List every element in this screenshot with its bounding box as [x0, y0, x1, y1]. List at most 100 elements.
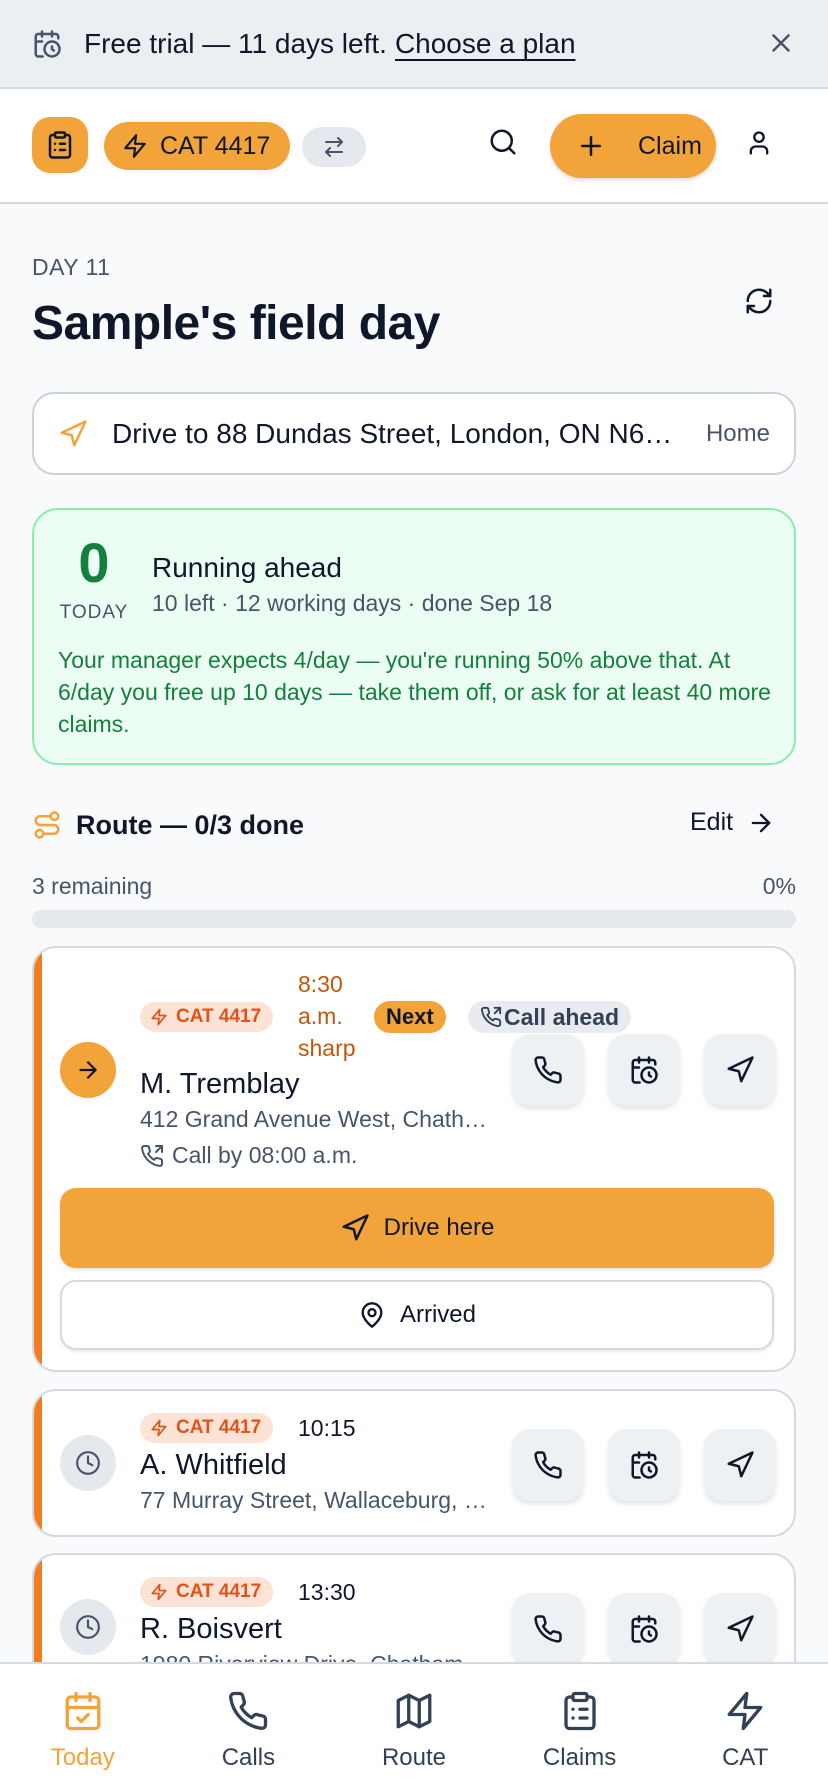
navigate-button[interactable]: [704, 1034, 776, 1106]
swap-icon: [322, 135, 346, 159]
close-icon: [766, 28, 796, 58]
navigation-icon: [725, 1614, 755, 1644]
drive-here-button[interactable]: Drive here: [60, 1188, 774, 1268]
claim-label: Claim: [638, 131, 702, 160]
pending-stop-marker: [60, 1599, 116, 1655]
today-label: TODAY: [59, 602, 129, 623]
nav-label: Route: [381, 1744, 446, 1771]
progress-percent: 0%: [762, 873, 796, 899]
drive-to-card[interactable]: Drive to 88 Dundas Street, London, ON N6…: [32, 392, 796, 475]
nav-route[interactable]: Route: [331, 1664, 497, 1792]
cat-chip-label: CAT 4417: [176, 1417, 262, 1438]
today-count: 0: [78, 531, 110, 594]
call-button[interactable]: [512, 1429, 584, 1501]
phone-icon: [533, 1055, 563, 1085]
clipboard-icon: [559, 1690, 601, 1744]
cat-chip: CAT 4417: [140, 1413, 274, 1443]
nav-label: Calls: [221, 1744, 276, 1771]
arrow-right-icon: [733, 809, 775, 837]
appointment-time: 10:15: [298, 1415, 356, 1441]
edit-route-button[interactable]: Edit: [690, 808, 775, 837]
trial-banner: Free trial — 11 days left. Choose a plan: [0, 0, 828, 89]
phone-icon: [227, 1690, 269, 1744]
clock-icon: [75, 1614, 101, 1640]
user-icon: [745, 129, 773, 157]
cat-chip: CAT 4417: [140, 1002, 274, 1032]
calendar-check-icon: [62, 1690, 104, 1744]
arrived-button[interactable]: Arrived: [60, 1280, 774, 1350]
calendar-clock-icon: [629, 1614, 659, 1644]
call-button[interactable]: [512, 1593, 584, 1665]
nav-label: CAT: [722, 1744, 769, 1771]
day-label: DAY 11: [32, 254, 111, 280]
nav-today[interactable]: Today: [0, 1664, 166, 1792]
appointment-time: 8:30 a.m. sharp: [298, 971, 356, 1061]
call-button[interactable]: [512, 1034, 584, 1106]
pace-headline: Running ahead: [152, 552, 342, 583]
route-icon: [32, 810, 62, 840]
nav-label: Claims: [542, 1744, 617, 1771]
trial-text: Free trial — 11 days left. Choose a plan: [84, 27, 576, 59]
cat-chip-label: CAT 4417: [176, 1006, 262, 1027]
stop-card[interactable]: CAT 4417 8:30 a.m. sharp Next Call ahead…: [32, 946, 796, 1372]
stop-address: 412 Grand Avenue West, Chatham, ON: [140, 1106, 488, 1132]
cat-label: CAT 4417: [160, 131, 271, 160]
remaining-count: 3 remaining: [32, 873, 153, 899]
navigation-icon: [58, 419, 88, 449]
call-ahead-label: Call ahead: [504, 1003, 620, 1030]
close-banner-button[interactable]: [766, 28, 796, 58]
nav-calls[interactable]: Calls: [166, 1664, 332, 1792]
refresh-button[interactable]: [744, 286, 774, 316]
phone-icon: [533, 1614, 563, 1644]
appointment-time: 13:30: [298, 1579, 356, 1605]
pace-status-card: 0 TODAY Running ahead 10 left · 12 worki…: [32, 508, 796, 765]
reschedule-button[interactable]: [608, 1429, 680, 1501]
phone-icon: [533, 1450, 563, 1480]
navigation-icon: [340, 1213, 384, 1243]
bolt-icon: [150, 1008, 176, 1026]
call-by-time: Call by 08:00 a.m.: [140, 1142, 357, 1169]
nav-claims[interactable]: Claims: [497, 1664, 663, 1792]
cat-selector[interactable]: CAT 4417: [104, 122, 291, 170]
stop-name: M. Tremblay: [140, 1068, 300, 1100]
clipboard-icon: [45, 130, 75, 160]
new-claim-button[interactable]: Claim: [550, 114, 716, 178]
profile-button[interactable]: [745, 129, 773, 157]
app-logo[interactable]: [32, 117, 88, 173]
switch-cat-button[interactable]: [302, 127, 366, 167]
navigate-button[interactable]: [704, 1429, 776, 1501]
call-by-label: Call by 08:00 a.m.: [172, 1142, 358, 1168]
cat-chip-label: CAT 4417: [176, 1581, 262, 1602]
route-progress-bar: [32, 910, 796, 928]
cat-chip: CAT 4417: [140, 1577, 274, 1607]
bolt-icon: [122, 133, 160, 159]
stop-address: 77 Murray Street, Wallaceburg, ON: [140, 1487, 488, 1513]
reschedule-button[interactable]: [608, 1593, 680, 1665]
nav-cat[interactable]: CAT: [662, 1664, 828, 1792]
phone-outgoing-icon: [480, 1006, 504, 1028]
next-badge: Next: [374, 1001, 446, 1033]
reschedule-button[interactable]: [608, 1034, 680, 1106]
choose-plan-link[interactable]: Choose a plan: [395, 28, 576, 59]
call-ahead-badge: Call ahead: [468, 1001, 632, 1033]
bottom-nav: Today Calls Route Claims CAT: [0, 1662, 828, 1792]
edit-label: Edit: [690, 808, 734, 836]
drive-here-label: Drive here: [383, 1214, 495, 1241]
search-icon: [488, 127, 518, 157]
stop-name: A. Whitfield: [140, 1449, 287, 1481]
stop-card[interactable]: CAT 4417 10:15 A. Whitfield 77 Murray St…: [32, 1389, 796, 1537]
page-title: Sample's field day: [32, 297, 440, 350]
plus-icon: [576, 131, 638, 161]
phone-outgoing-icon: [140, 1144, 172, 1168]
top-bar: CAT 4417 Claim: [0, 89, 828, 204]
stop-name: R. Boisvert: [140, 1613, 282, 1645]
navigate-button[interactable]: [704, 1593, 776, 1665]
arrow-right-icon: [75, 1057, 101, 1083]
calendar-clock-icon: [629, 1450, 659, 1480]
calendar-clock-icon: [629, 1055, 659, 1085]
bolt-icon: [150, 1419, 176, 1437]
search-button[interactable]: [488, 127, 518, 157]
calendar-clock-icon: [32, 29, 62, 59]
route-title: Route — 0/3 done: [76, 810, 305, 840]
navigation-icon: [725, 1055, 755, 1085]
